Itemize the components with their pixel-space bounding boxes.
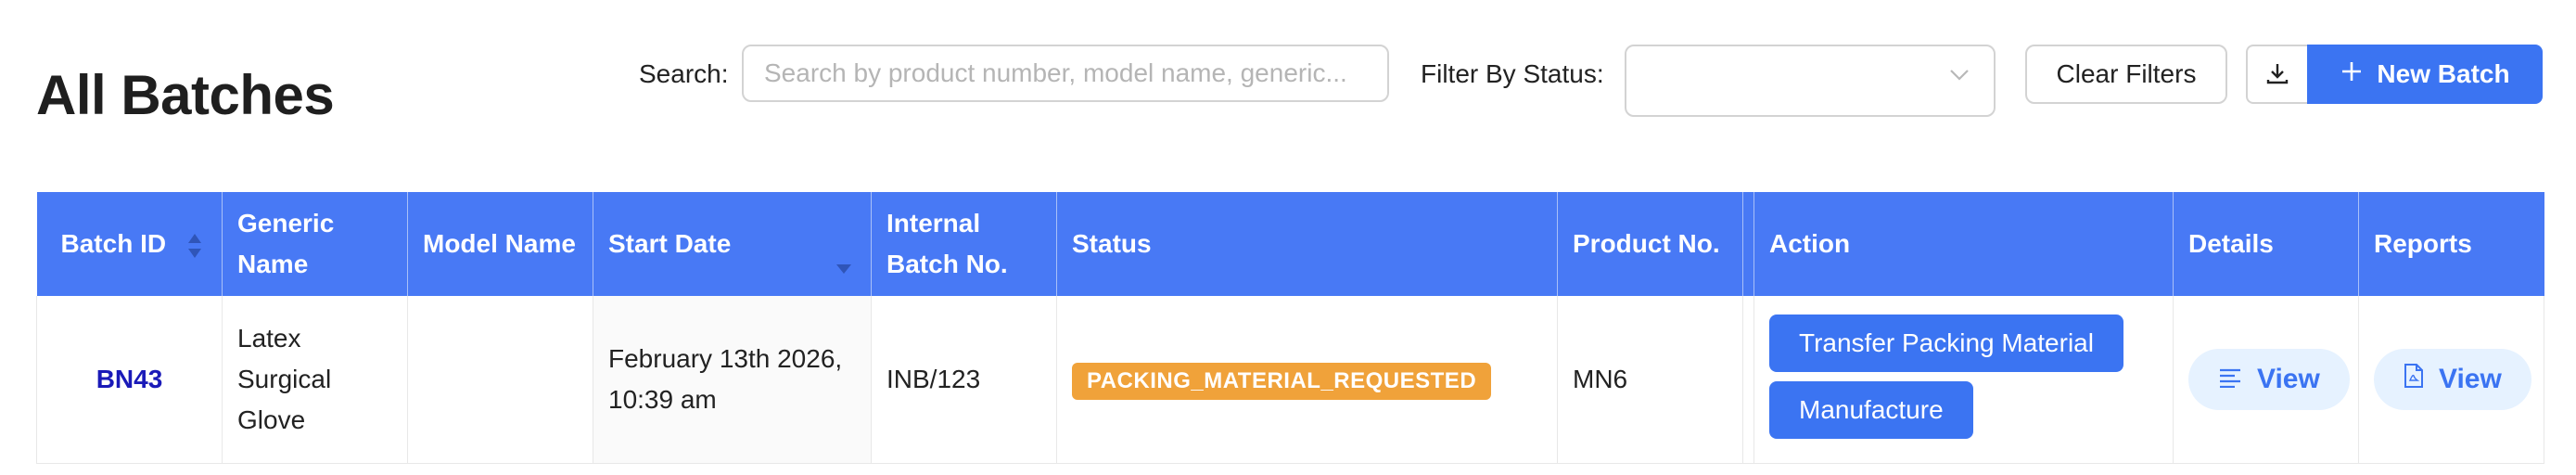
cell-details: View: [2173, 296, 2359, 464]
details-view-button[interactable]: View: [2188, 348, 2350, 410]
col-generic-name: Generic Name: [222, 192, 408, 296]
col-status: Status: [1056, 192, 1558, 296]
plus-icon: [2340, 59, 2364, 90]
col-spacer: [1742, 192, 1754, 296]
col-reports: Reports: [2358, 192, 2544, 296]
col-batch-id[interactable]: Batch ID: [36, 192, 223, 296]
reports-view-button[interactable]: View: [2374, 348, 2531, 410]
list-icon: [2218, 364, 2242, 395]
status-badge: PACKING_MATERIAL_REQUESTED: [1072, 362, 1492, 400]
cell-action: Transfer Packing Material Manufacture: [1753, 296, 2174, 464]
col-product-no: Product No.: [1557, 192, 1743, 296]
cell-spacer: [1742, 296, 1754, 464]
cell-product-no: MN6: [1557, 296, 1743, 464]
sort-desc-icon[interactable]: [835, 246, 852, 287]
sort-icon[interactable]: [186, 231, 203, 272]
col-model-name: Model Name: [407, 192, 593, 296]
page-title: All Batches: [36, 64, 335, 126]
download-icon: [2265, 61, 2289, 88]
cell-status: PACKING_MATERIAL_REQUESTED: [1056, 296, 1558, 464]
col-action: Action: [1753, 192, 2174, 296]
status-filter-select[interactable]: [1625, 45, 1996, 117]
col-start-date[interactable]: Start Date: [593, 192, 872, 296]
new-batch-label: New Batch: [2377, 59, 2510, 88]
cell-batch-id: BN43: [36, 296, 223, 464]
cell-start-date: February 13th 2026, 10:39 am: [593, 296, 872, 464]
chevron-down-icon: [1949, 69, 1970, 86]
download-button[interactable]: [2246, 45, 2307, 104]
pdf-file-icon: [2404, 363, 2424, 396]
col-internal-batch-no: Internal Batch No.: [871, 192, 1057, 296]
table-header-row: Batch ID Generic Name Model Name Start D…: [36, 192, 2544, 296]
clear-filters-button[interactable]: Clear Filters: [2025, 45, 2227, 104]
transfer-packing-material-button[interactable]: Transfer Packing Material: [1769, 314, 2123, 372]
batches-table: Batch ID Generic Name Model Name Start D…: [36, 192, 2544, 464]
new-batch-button[interactable]: New Batch: [2307, 45, 2543, 104]
filter-status-label: Filter By Status:: [1421, 59, 1604, 88]
manufacture-button[interactable]: Manufacture: [1769, 380, 1973, 439]
cell-generic-name: Latex Surgical Glove: [222, 296, 408, 464]
cell-reports: View: [2358, 296, 2544, 464]
col-details: Details: [2173, 192, 2359, 296]
cell-model-name: [407, 296, 593, 464]
cell-internal-batch-no: INB/123: [871, 296, 1057, 464]
batch-id-link[interactable]: BN43: [52, 359, 207, 400]
search-input[interactable]: [742, 45, 1389, 102]
table-row: BN43 Latex Surgical Glove February 13th …: [36, 296, 2544, 464]
search-label: Search:: [639, 59, 729, 88]
